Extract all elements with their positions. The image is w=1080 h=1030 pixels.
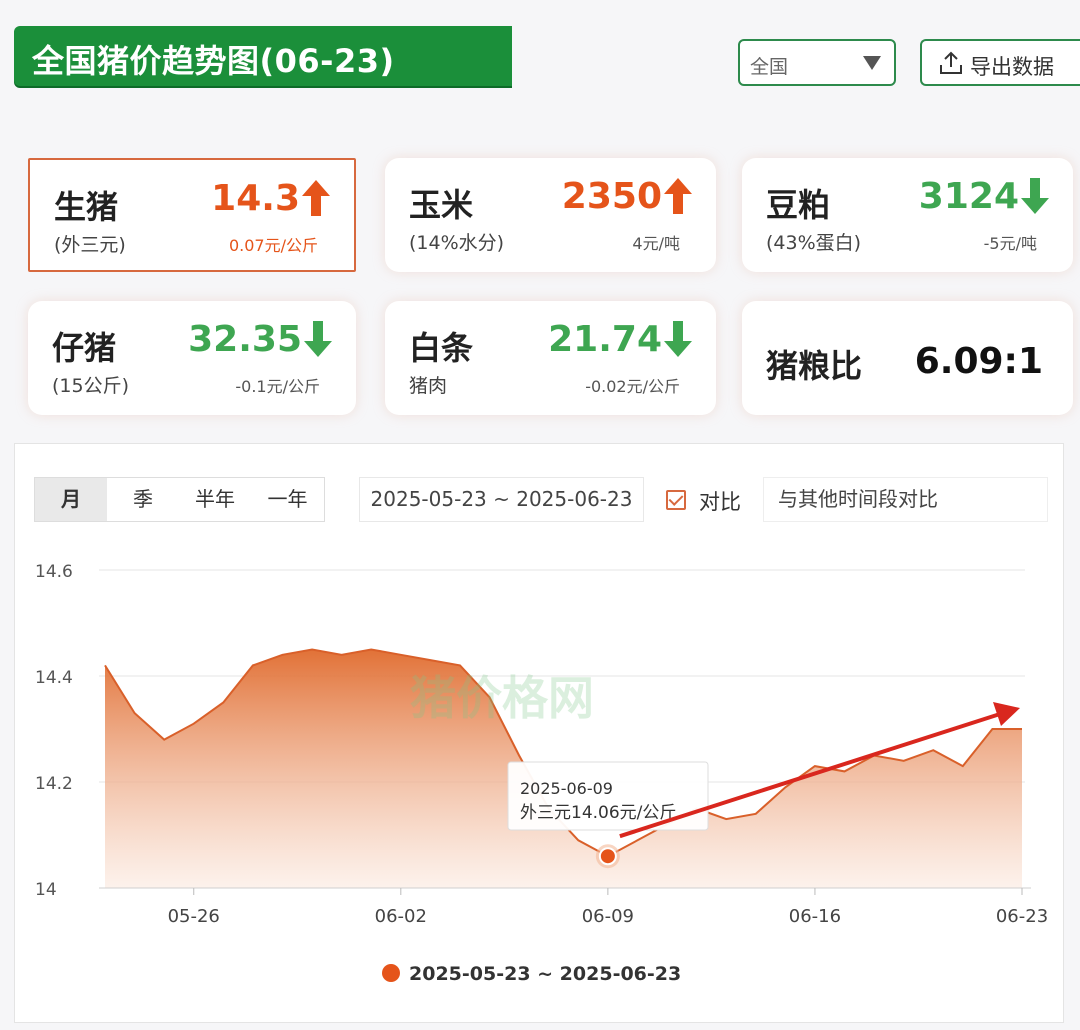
export-data-button[interactable]: 导出数据	[920, 39, 1080, 86]
price-card-4[interactable]: 白条猪肉 21.74 -0.02元/公斤	[385, 301, 716, 415]
price-card-2[interactable]: 豆粕 (43%蛋白) 3124 -5元/吨	[742, 158, 1073, 272]
card-price: 14.3	[211, 178, 300, 219]
card-change: 4元/吨	[632, 234, 680, 253]
card-name: 豆粕	[766, 186, 831, 224]
y-tick-label: 14.2	[35, 774, 73, 794]
watermark: 猪价格网	[410, 671, 594, 725]
tooltip-date: 2025-06-09	[520, 779, 613, 798]
card-change: -0.02元/公斤	[585, 377, 680, 396]
title-banner: 全国猪价趋势图(06-23)	[14, 26, 512, 86]
chart-panel: 月季半年 一年 2025-05-23 ~ 2025-06-23 对比 与其他时间段…	[14, 443, 1064, 1023]
card-change: -5元/吨	[983, 234, 1037, 253]
arrow-down-icon	[664, 321, 692, 357]
card-subtitle: (外三元)	[54, 234, 126, 256]
y-tick-label: 14	[35, 880, 57, 900]
card-name: 玉米	[409, 186, 474, 224]
arrow-down-icon	[304, 321, 332, 357]
price-trend-chart: 14 14.2 14.4 14.6 猪价格网 05-26 06-02 06-09 06-16 06…	[35, 562, 1048, 985]
x-tick-label: 06-23	[996, 906, 1048, 927]
upload-icon	[940, 51, 962, 74]
price-card-0[interactable]: 生猪 (外三元) 14.3 0.07元/公斤	[28, 158, 356, 272]
region-select[interactable]: 全国	[738, 39, 896, 86]
card-price: 3124	[918, 176, 1019, 217]
caret-down-icon	[863, 56, 881, 70]
card-name: 白条	[409, 329, 474, 367]
arrow-up-icon	[302, 180, 330, 216]
arrow-down-icon	[1021, 178, 1049, 214]
y-tick-label: 14.4	[35, 668, 73, 688]
price-card-1[interactable]: 玉米 (14%水分) 2350 4元/吨	[385, 158, 716, 272]
price-card-3[interactable]: 仔猪 (15公斤) 32.35 -0.1元/公斤	[28, 301, 356, 415]
card-price: 32.35	[188, 319, 302, 360]
legend-label: 2025-05-23 ~ 2025-06-23	[409, 963, 681, 985]
trend-arrowhead	[993, 702, 1020, 726]
card-price: 2350	[561, 176, 662, 217]
card-subtitle: (15公斤)	[52, 375, 130, 397]
price-card-5[interactable]: 猪粮比 6.09:1	[742, 301, 1073, 415]
x-tick-label: 06-16	[789, 906, 841, 927]
tooltip-value: 外三元14.06元/公斤	[520, 803, 676, 823]
card-price: 6.09:1	[914, 341, 1043, 382]
legend-marker	[382, 964, 400, 982]
region-select-value: 全国	[750, 56, 789, 78]
card-subtitle: (14%水分)	[409, 232, 505, 254]
card-name: 生猪	[54, 188, 119, 226]
export-data-label: 导出数据	[970, 55, 1054, 79]
card-name: 猪粮比	[766, 347, 863, 385]
arrow-up-icon	[664, 178, 692, 214]
card-price: 21.74	[548, 319, 662, 360]
card-subtitle: (43%蛋白)	[766, 232, 862, 254]
x-tick-label: 06-02	[375, 906, 427, 927]
card-name: 仔猪	[52, 329, 117, 367]
page-title: 全国猪价趋势图(06-23)	[32, 42, 395, 80]
highlight-point	[598, 847, 617, 866]
card-change: 0.07元/公斤	[228, 236, 318, 255]
y-tick-label: 14.6	[35, 562, 73, 582]
x-tick-label: 05-26	[168, 906, 220, 927]
x-tick-label: 06-09	[582, 906, 634, 927]
card-subtitle: 猪肉	[409, 375, 448, 397]
card-change: -0.1元/公斤	[235, 377, 320, 396]
